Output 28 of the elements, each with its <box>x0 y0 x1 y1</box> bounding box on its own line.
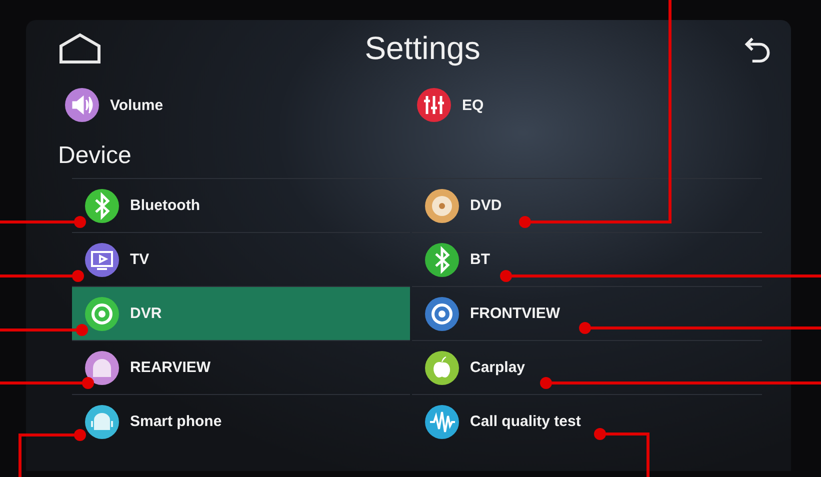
settings-item[interactable]: Carplay <box>412 340 762 394</box>
camera-icon <box>424 296 460 332</box>
bluetooth-icon <box>84 188 120 224</box>
leader-line <box>594 428 650 477</box>
settings-item[interactable]: DVR <box>72 286 410 340</box>
settings-item[interactable]: Volume <box>58 76 410 134</box>
section-heading: Device <box>58 141 132 171</box>
leader-line <box>18 429 86 477</box>
settings-item[interactable]: BT <box>412 232 762 286</box>
speaker-icon <box>64 87 100 123</box>
bluetooth-icon <box>424 242 460 278</box>
settings-item[interactable]: Bluetooth <box>72 178 410 232</box>
equalizer-icon <box>416 87 452 123</box>
settings-item[interactable]: Smart phone <box>72 394 410 448</box>
screen-title: Settings <box>364 30 480 66</box>
disc-icon <box>424 188 460 224</box>
home-icon[interactable] <box>58 32 102 64</box>
settings-item[interactable]: FRONTVIEW <box>412 286 762 340</box>
tv-icon <box>84 242 120 278</box>
settings-item[interactable]: DVD <box>412 178 762 232</box>
robot-icon <box>84 404 120 440</box>
wave-icon <box>424 404 460 440</box>
camera-icon <box>84 296 120 332</box>
settings-item[interactable]: REARVIEW <box>72 340 410 394</box>
settings-item[interactable]: EQ <box>410 76 762 134</box>
apple-icon <box>424 350 460 386</box>
arch-icon <box>84 350 120 386</box>
settings-item[interactable]: Call quality test <box>412 394 762 448</box>
